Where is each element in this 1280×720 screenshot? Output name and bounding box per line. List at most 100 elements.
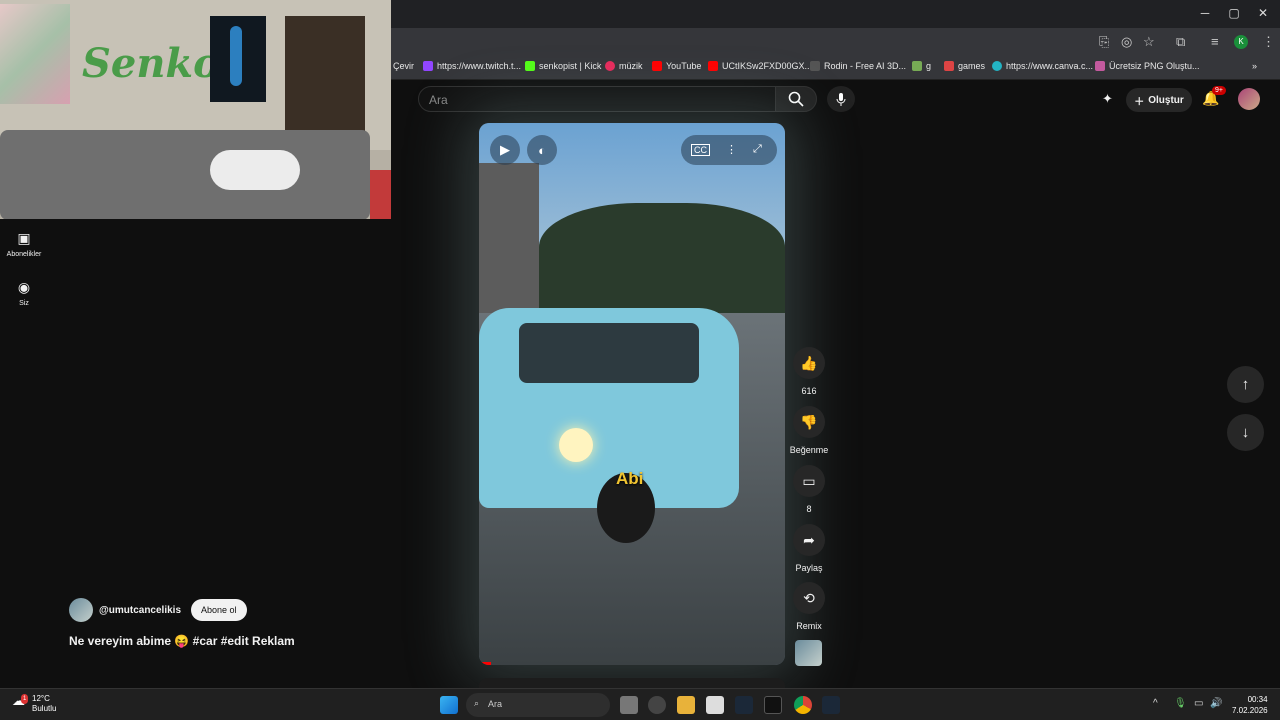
you-icon: ◉ [17, 279, 31, 295]
remix-button[interactable]: ⟲ [793, 582, 825, 614]
bookmark-label: Çevir [393, 61, 415, 71]
bookmark-label: https://www.canva.c... [1006, 61, 1094, 71]
tray-overflow-icon[interactable]: ^ [1153, 698, 1158, 709]
volume-icon: ◐ [538, 142, 546, 158]
epic-games-icon[interactable] [764, 696, 782, 714]
volume-button[interactable]: ◐ [527, 135, 557, 165]
channel-info: @umutcancelikis Abone ol [69, 598, 247, 622]
install-icon[interactable]: ⎘ [1099, 34, 1109, 50]
media-icon[interactable]: ≡ [1211, 34, 1219, 49]
bookmark-label: senkopist | Kick [539, 61, 602, 71]
bookmark-item[interactable]: Çevir [393, 61, 414, 71]
comments-button[interactable]: ▭ [793, 465, 825, 497]
bookmark-item[interactable]: Rodin - Free AI 3D... [810, 61, 906, 71]
bookmark-label: YouTube [666, 61, 702, 71]
create-button[interactable]: ＋ Oluştur [1126, 88, 1192, 112]
video-car-window [519, 323, 699, 383]
canva-icon [992, 61, 1002, 71]
date: 7.02.2026 [1232, 706, 1268, 715]
clock[interactable]: 00:34 7.02.2026 [1232, 694, 1268, 716]
subscribe-button[interactable]: Abone ol [191, 599, 247, 621]
profile-icon[interactable]: K [1234, 35, 1248, 49]
steam-icon[interactable] [735, 696, 753, 714]
share-button[interactable]: ➦ [793, 524, 825, 556]
kick-icon [912, 61, 922, 71]
menu-icon[interactable]: ⋮ [1262, 34, 1275, 50]
store-icon[interactable] [706, 696, 724, 714]
like-action: 👍 616 [788, 347, 830, 396]
play-button[interactable]: ▶ [490, 135, 520, 165]
weather-status: Bulutlu [32, 704, 57, 713]
sidebar-item-subscriptions[interactable]: ▣ Abonelikler [6, 230, 42, 258]
display-icon[interactable]: ▭ [1194, 698, 1203, 709]
account-avatar[interactable] [1238, 88, 1260, 110]
comment-count: 8 [806, 504, 812, 514]
bookmark-label: UCtIKSw2FXD00GX... [722, 61, 813, 71]
bookmark-item[interactable]: senkopist | Kick [525, 61, 601, 71]
kick-icon [525, 61, 535, 71]
comments-action: ▭ 8 [788, 465, 830, 514]
bookmark-item[interactable]: müzik [605, 61, 643, 71]
webcam-overlay: Senko [0, 0, 391, 219]
voice-search-button[interactable] [827, 86, 855, 112]
video-headlight [559, 428, 593, 462]
bookmark-item[interactable]: Ücretsiz PNG Oluştu... [1095, 61, 1200, 71]
close-button[interactable]: ✕ [1253, 6, 1273, 20]
file-explorer-icon[interactable] [677, 696, 695, 714]
rodin-icon [810, 61, 820, 71]
bookmark-item[interactable]: https://www.twitch.t... [423, 61, 521, 71]
start-icon[interactable] [440, 696, 458, 714]
obs-icon[interactable] [648, 696, 666, 714]
maximize-button[interactable]: ▢ [1224, 6, 1244, 20]
extensions-icon[interactable]: ⧉ [1176, 34, 1185, 50]
taskbar: ☁ 1 12°C Bulutlu ⌕ Ara ^ 🎙 ▭ 🔊 00:34 7.0… [0, 688, 1280, 720]
bookmark-item[interactable]: UCtIKSw2FXD00GX... [708, 61, 812, 71]
comment-icon: ▭ [802, 472, 816, 489]
sidebar-item-you[interactable]: ◉ Siz [6, 279, 42, 307]
bookmark-item[interactable]: YouTube [652, 61, 701, 71]
shorts-player[interactable]: Abi ▶ ◐ CC ⋮ ⤢ [479, 123, 785, 665]
share-label: Paylaş [795, 563, 823, 573]
volume-icon[interactable]: 🔊 [1210, 698, 1222, 709]
task-view-icon[interactable] [620, 696, 638, 714]
microphone-icon[interactable]: 🎙 [1174, 698, 1187, 709]
steam-icon[interactable] [822, 696, 840, 714]
png-icon [1095, 61, 1105, 71]
sparkle-icon[interactable]: ✦ [1102, 91, 1113, 107]
chrome-icon[interactable] [794, 696, 812, 714]
more-options-icon[interactable]: ⋮ [726, 143, 737, 156]
more-bookmarks-icon[interactable]: » [1252, 61, 1257, 71]
sound-thumbnail[interactable] [795, 640, 822, 666]
progress-bar[interactable] [479, 662, 492, 665]
arrow-up-icon: ↑ [1241, 376, 1250, 393]
channel-avatar[interactable] [69, 598, 93, 622]
taskbar-search[interactable]: ⌕ Ara [466, 693, 610, 717]
search-icon [788, 91, 804, 107]
taskbar-search-label: Ara [488, 699, 503, 709]
music-icon [605, 61, 615, 71]
bookmark-item[interactable]: games [944, 61, 985, 71]
bookmark-item[interactable]: g [912, 61, 931, 71]
bookmark-item[interactable]: https://www.canva.c... [992, 61, 1093, 71]
youtube-icon [652, 61, 662, 71]
create-label: Oluştur [1148, 94, 1184, 106]
search-input[interactable]: Ara [418, 86, 776, 112]
next-short-button[interactable]: ↓ [1227, 414, 1264, 451]
bookmark-label: games [958, 61, 986, 71]
captions-icon[interactable]: CC [691, 144, 710, 156]
pillow [210, 150, 300, 190]
search-button[interactable] [775, 86, 817, 112]
channel-handle[interactable]: @umutcancelikis [99, 605, 181, 616]
minimize-button[interactable]: ─ [1195, 6, 1215, 20]
fullscreen-icon[interactable]: ⤢ [753, 143, 762, 156]
weather-widget[interactable]: ☁ 1 12°C Bulutlu [12, 694, 56, 714]
previous-short-button[interactable]: ↑ [1227, 366, 1264, 403]
eye-off-icon[interactable]: ◎ [1121, 34, 1132, 50]
temperature: 12°C [32, 694, 50, 703]
bookmark-label: Rodin - Free AI 3D... [824, 61, 907, 71]
sidebar-item-label: Abonelikler [6, 251, 42, 258]
dislike-button[interactable]: 👎 [793, 406, 825, 438]
like-button[interactable]: 👍 [793, 347, 825, 379]
sidebar-item-label: Siz [19, 300, 29, 307]
bookmark-star-icon[interactable]: ☆ [1143, 34, 1155, 50]
